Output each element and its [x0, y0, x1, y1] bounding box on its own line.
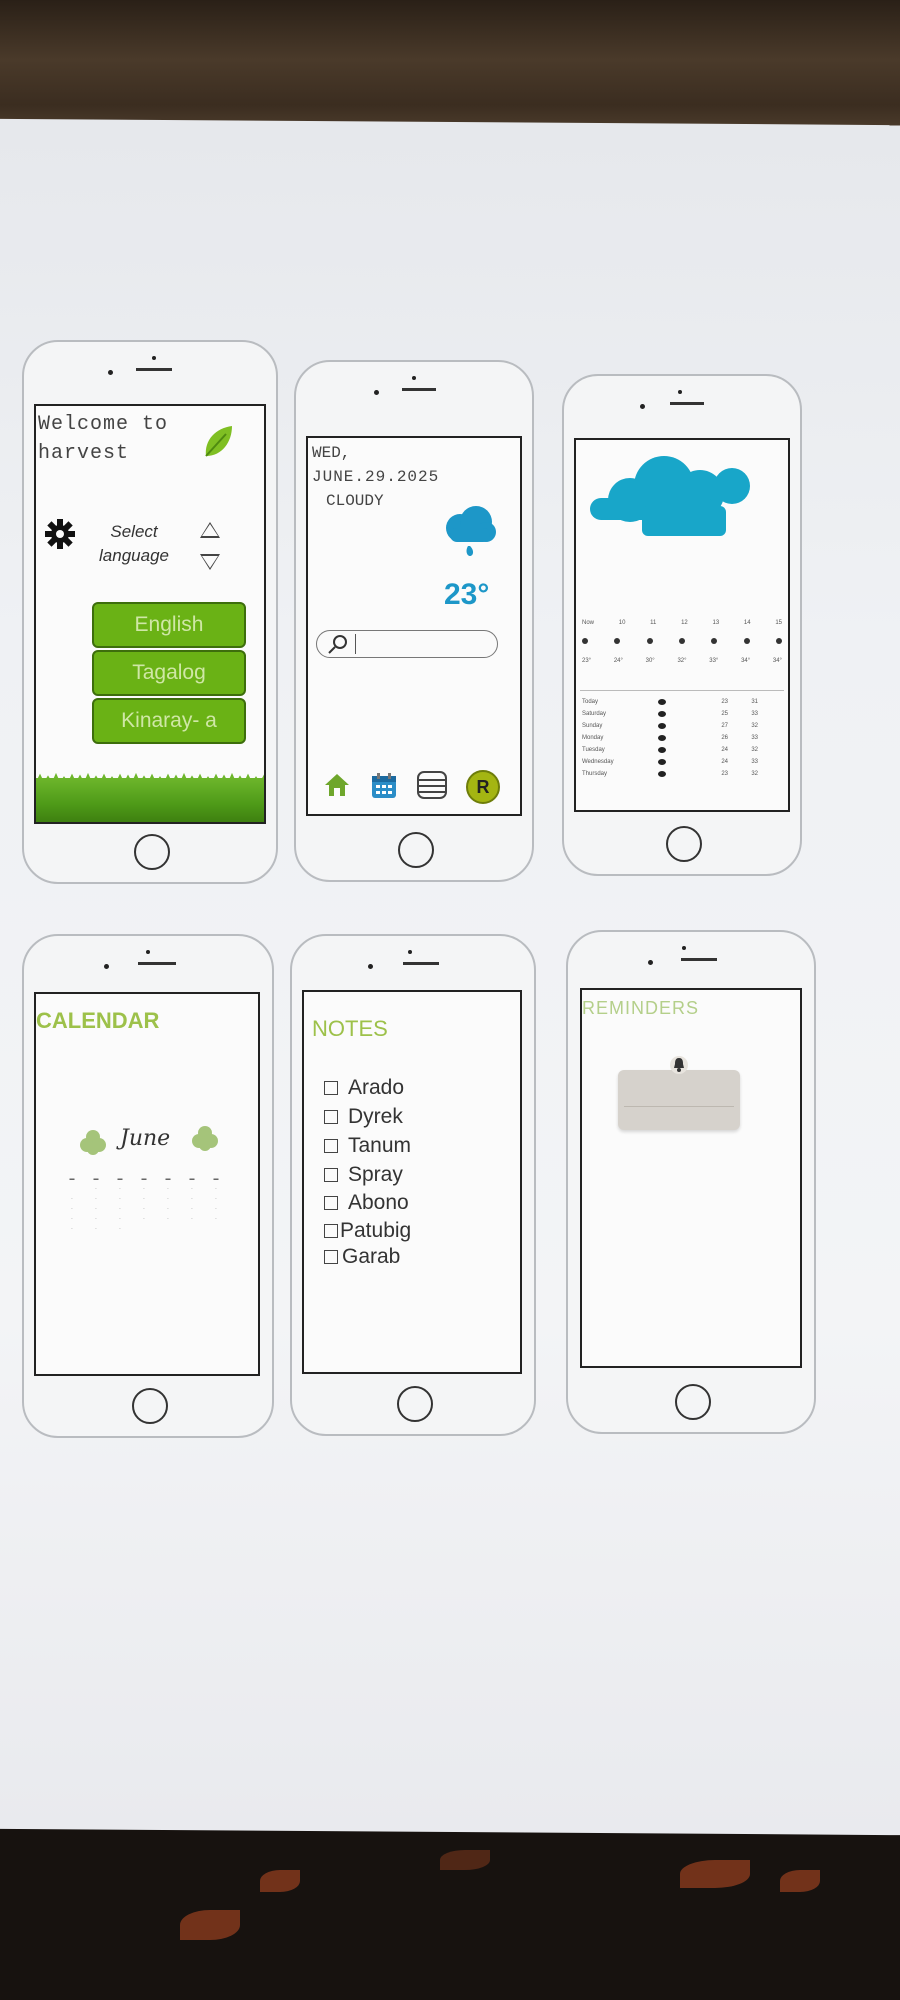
checkbox[interactable]	[324, 1196, 338, 1210]
welcome-title: Welcome to harvest	[38, 413, 169, 465]
checkbox[interactable]	[324, 1224, 338, 1238]
kinaray-a-button[interactable]: Kinaray- a	[92, 698, 246, 744]
checkbox[interactable]	[324, 1168, 338, 1182]
welcome-screen: Welcome to harvest Select language Engli…	[34, 404, 266, 824]
phone-forecast: Now 10 11 12 13 14 15 23° 24° 30° 32° 33° 34° 34° To…	[562, 374, 802, 876]
english-button[interactable]: English	[92, 602, 246, 648]
note-item[interactable]: Dyrek	[324, 1105, 403, 1129]
phone-notes: NOTES Arado Dyrek Tanum Spray Abono Patu…	[290, 934, 536, 1436]
profile-letter: R	[476, 776, 490, 797]
hourly-forecast: Now 10 11 12 13 14 15 23° 24° 30° 32° 33° 34° 34°	[582, 620, 782, 664]
weather-day: WED,	[312, 444, 351, 462]
leaf-right-icon	[192, 1126, 218, 1151]
note-item[interactable]: Abono	[324, 1191, 409, 1215]
checkbox[interactable]	[324, 1081, 338, 1095]
note-item[interactable]: Spray	[324, 1163, 403, 1187]
reminders-title: REMINDERS	[582, 998, 700, 1018]
calendar-month: June	[120, 1126, 171, 1151]
settings-gear-icon[interactable]	[44, 518, 76, 550]
checkbox[interactable]	[324, 1250, 338, 1264]
notes-title: NOTES	[312, 1016, 388, 1041]
list-icon[interactable]	[416, 770, 448, 800]
weather-screen: WED, JUNE.29.2025 CLOUDY 23° R	[306, 436, 522, 816]
bell-icon	[670, 1056, 688, 1074]
search-bar[interactable]	[316, 630, 498, 658]
rain-cloud-icon	[446, 506, 496, 556]
arrow-down-icon[interactable]	[200, 554, 220, 570]
checkbox[interactable]	[324, 1110, 338, 1124]
calendar-icon[interactable]	[370, 772, 398, 800]
arrow-up-icon[interactable]	[200, 522, 220, 538]
forecast-screen: Now 10 11 12 13 14 15 23° 24° 30° 32° 33° 34° 34° To…	[574, 438, 790, 812]
tagalog-button[interactable]: Tagalog	[92, 650, 246, 696]
temperature-value: 23°	[444, 578, 490, 611]
home-button[interactable]	[132, 1388, 168, 1424]
grass-field	[36, 778, 264, 822]
reminder-card[interactable]	[618, 1056, 740, 1130]
profile-icon[interactable]: R	[466, 770, 500, 804]
note-item[interactable]: Tanum	[324, 1134, 411, 1158]
note-item[interactable]: Garab	[324, 1245, 400, 1269]
home-button[interactable]	[398, 832, 434, 868]
large-cloud-icon	[590, 456, 750, 536]
calendar-grid: ▬ ▬ ▬ ▬ ▬ ▬ ▬ · · · · · · · · · · · · · · · · · · · · · · · · · · · ·…	[69, 1176, 219, 1232]
checkbox[interactable]	[324, 1139, 338, 1153]
home-button[interactable]	[666, 826, 702, 862]
calendar-title: CALENDAR	[36, 1008, 160, 1033]
weather-condition: CLOUDY	[326, 492, 384, 510]
home-icon[interactable]	[324, 772, 350, 798]
note-item[interactable]: Patubig	[324, 1219, 411, 1243]
home-button[interactable]	[134, 834, 170, 870]
phone-calendar: CALENDAR June ▬ ▬ ▬ ▬ ▬ ▬ ▬ · · · · · · · · · · · · · · · ·…	[22, 934, 274, 1438]
phone-welcome: Welcome to harvest Select language Engli…	[22, 340, 278, 884]
home-button[interactable]	[397, 1386, 433, 1422]
home-button[interactable]	[675, 1384, 711, 1420]
weather-date: JUNE.29.2025	[312, 468, 440, 486]
phone-weather: WED, JUNE.29.2025 CLOUDY 23° R	[294, 360, 534, 882]
calendar-screen: CALENDAR June ▬ ▬ ▬ ▬ ▬ ▬ ▬ · · · · · · · · · · · · · · · ·…	[34, 992, 260, 1376]
note-item[interactable]: Arado	[324, 1076, 404, 1100]
leaf-icon	[205, 426, 232, 457]
select-language-label: Select language	[99, 522, 169, 565]
search-icon	[328, 635, 347, 654]
reminders-screen: REMINDERS	[580, 988, 802, 1368]
phone-reminders: REMINDERS	[566, 930, 816, 1434]
notes-screen: NOTES Arado Dyrek Tanum Spray Abono Patu…	[302, 990, 522, 1374]
leaf-left-icon	[80, 1130, 106, 1155]
